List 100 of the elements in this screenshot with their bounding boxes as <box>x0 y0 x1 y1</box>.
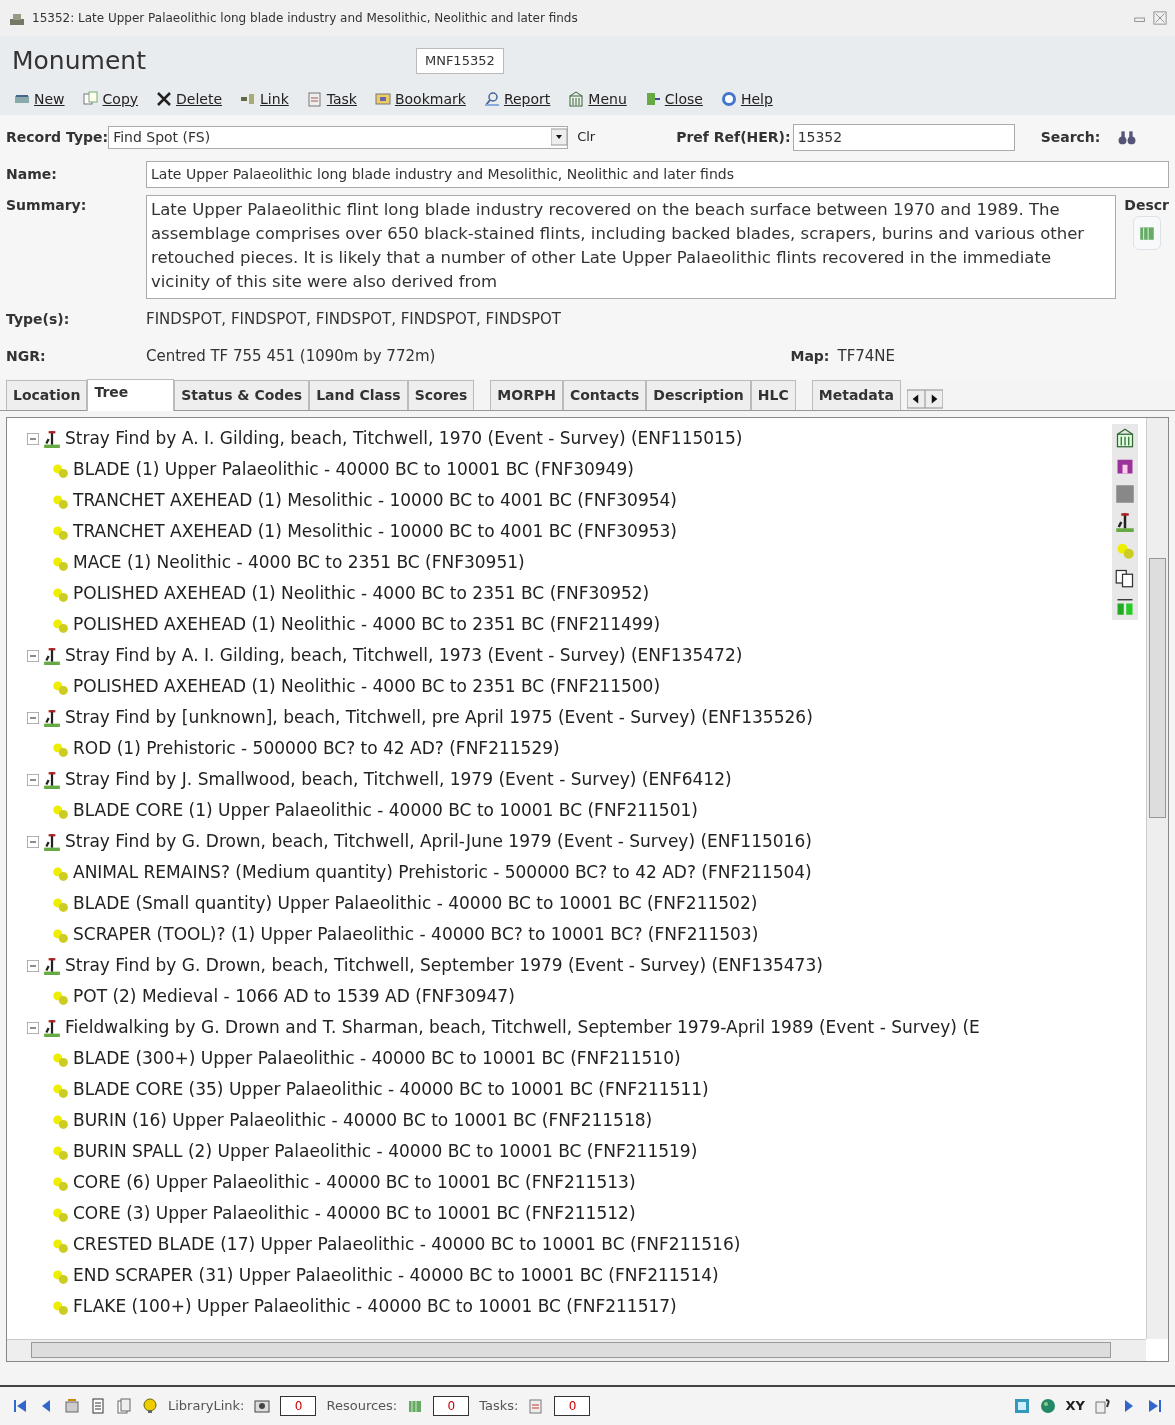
tree-item[interactable]: POLISHED AXEHEAD (1) Neolithic - 4000 BC to 2351 BC (FNF211499) <box>73 612 661 638</box>
pages-icon[interactable] <box>116 1398 132 1414</box>
tree-item[interactable]: Stray Find by [unknown], beach, Titchwell, pre April 1975 (Event - Survey) (ENF135526) <box>65 705 813 731</box>
toolbar-button[interactable]: Close <box>642 87 705 111</box>
tree-item[interactable]: POLISHED AXEHEAD (1) Neolithic - 4000 BC to 2351 BC (FNF211500) <box>73 674 661 700</box>
tree-item[interactable]: CORE (6) Upper Palaeolithic - 40000 BC to 10001 BC (FNF211513) <box>73 1170 636 1196</box>
tree-item[interactable]: Stray Find by J. Smallwood, beach, Titchwell, 1979 (Event - Survey) (ENF6412) <box>65 767 732 793</box>
copy-icon[interactable] <box>1115 567 1135 588</box>
tree-item[interactable]: Fieldwalking by G. Drown and T. Sharman, beach, Titchwell, September 1979-April 1989 (Event - Survey) (E <box>65 1015 980 1041</box>
toolbar-button[interactable]: Task <box>304 87 359 111</box>
square-icon[interactable] <box>1115 483 1135 504</box>
find-icon <box>51 492 69 510</box>
tab[interactable]: Contacts <box>562 379 647 410</box>
name-field[interactable]: Late Upper Palaeolithic long blade industry and Mesolithic, Neolithic and later finds <box>146 160 1169 188</box>
find-icon <box>51 802 69 820</box>
last-record-icon[interactable] <box>1147 1398 1163 1414</box>
toolbar-button[interactable]: Link <box>238 87 291 111</box>
tree-item[interactable]: Stray Find by G. Drown, beach, Titchwell, September 1979 (Event - Survey) (ENF135473) <box>65 953 823 979</box>
tab[interactable]: Location <box>6 379 88 410</box>
tree-item[interactable]: BLADE CORE (35) Upper Palaeolithic - 40000 BC to 10001 BC (FNF211511) <box>73 1077 709 1103</box>
expand-toggle[interactable] <box>27 836 39 848</box>
tree-item[interactable]: Stray Find by A. I. Gilding, beach, Titchwell, 1973 (Event - Survey) (ENF135472) <box>65 643 743 669</box>
tree-item[interactable]: POLISHED AXEHEAD (1) Neolithic - 4000 BC to 2351 BC (FNF30952) <box>73 581 650 607</box>
tab[interactable]: Land Class <box>309 379 408 410</box>
tree-item[interactable]: ANIMAL REMAINS? (Medium quantity) Prehistoric - 500000 BC? to 42 AD? (FNF211504) <box>73 860 812 886</box>
vertical-scrollbar[interactable] <box>1146 417 1168 1339</box>
tree-item[interactable]: MACE (1) Neolithic - 4000 BC to 2351 BC (FNF30951) <box>73 550 525 576</box>
scroll-left-icon[interactable] <box>906 387 925 410</box>
find-icon <box>51 1174 69 1192</box>
expand-toggle[interactable] <box>27 433 39 445</box>
field-label: Summary: <box>6 195 88 215</box>
types-value: FINDSPOT, FINDSPOT, FINDSPOT, FINDSPOT, FINDSPOT <box>146 308 561 330</box>
ngr-value: Centred TF 755 451 (1090m by 772m) <box>146 345 436 367</box>
toolbar-button[interactable]: Report <box>481 87 553 111</box>
expand-toggle[interactable] <box>27 1022 39 1034</box>
globe-icon[interactable] <box>1039 1398 1056 1414</box>
toolbar-button[interactable]: Help <box>718 87 775 111</box>
find-icon <box>51 1267 69 1285</box>
library-icon[interactable] <box>254 1398 271 1414</box>
tree-item[interactable]: BLADE (Small quantity) Upper Palaeolithic - 40000 BC to 10001 BC (FNF211502) <box>73 891 758 917</box>
toolbar-button[interactable]: Copy <box>80 87 141 111</box>
tree-item[interactable]: Stray Find by A. I. Gilding, beach, Titchwell, 1970 (Event - Survey) (ENF115015) <box>65 426 743 452</box>
tree-item[interactable]: END SCRAPER (31) Upper Palaeolithic - 40000 BC to 10001 BC (FNF211514) <box>73 1263 719 1289</box>
summary-field[interactable]: Late Upper Palaeolithic flint long blade industry recovered on the beach surface between 1970 and 1989. The assemblage comprises over 650 black-stained flints, including backed blades, scrapers, burins and various other retouched pieces. It is likely that a number of other Late Upper Palaeolithic flints recovered in the immediate vicinity of this site were also derived from <box>146 194 1117 299</box>
tree-item[interactable]: TRANCHET AXEHEAD (1) Mesolithic - 10000 BC to 4001 BC (FNF30953) <box>73 519 677 545</box>
tree-item[interactable]: CORE (3) Upper Palaeolithic - 40000 BC to 10001 BC (FNF211512) <box>73 1201 636 1227</box>
help-page-icon[interactable] <box>1095 1398 1111 1414</box>
expand-toggle[interactable] <box>27 960 39 972</box>
pref-ref-field[interactable]: 15352 <box>792 123 1015 151</box>
find-icon <box>51 895 69 913</box>
tab[interactable]: Tree <box>87 378 175 411</box>
tree-item[interactable]: CRESTED BLADE (17) Upper Palaeolithic - 40000 BC to 10001 BC (FNF211516) <box>73 1232 741 1258</box>
toolbar-button[interactable]: New <box>12 87 67 111</box>
document-icon[interactable] <box>90 1398 106 1414</box>
field-label: Record Type: <box>6 127 109 147</box>
tree-item[interactable]: BURIN SPALL (2) Upper Palaeolithic - 40000 BC to 10001 BC (FNF211519) <box>73 1139 698 1165</box>
tree-item[interactable]: BURIN (16) Upper Palaeolithic - 40000 BC to 10001 BC (FNF211518) <box>73 1108 653 1134</box>
tree-item[interactable]: TRANCHET AXEHEAD (1) Mesolithic - 10000 BC to 4001 BC (FNF30954) <box>73 488 677 514</box>
record-type-dropdown[interactable]: Find Spot (FS) <box>108 125 569 149</box>
tab[interactable]: Description <box>646 379 751 410</box>
clipboard-icon[interactable] <box>528 1398 545 1414</box>
tree-item[interactable]: ROD (1) Prehistoric - 500000 BC? to 42 AD? (FNF211529) <box>73 736 560 762</box>
toolbar-button[interactable]: Bookmark <box>372 87 468 111</box>
window-icon[interactable] <box>1013 1398 1030 1414</box>
clipboard-icon <box>306 91 323 107</box>
books-icon[interactable] <box>407 1398 424 1414</box>
clear-button[interactable]: Clr <box>576 126 597 148</box>
tree-item[interactable]: Stray Find by G. Drown, beach, Titchwell, April-June 1979 (Event - Survey) (ENF115016) <box>65 829 812 855</box>
tab[interactable]: MORPH <box>490 379 563 410</box>
tab[interactable]: Scores <box>407 379 475 410</box>
lightbulb-icon[interactable] <box>142 1398 158 1414</box>
properties-icon[interactable] <box>64 1398 80 1414</box>
tab[interactable]: Metadata <box>811 379 901 410</box>
coordinates-button[interactable]: XY <box>1065 1396 1085 1416</box>
binoculars-icon[interactable] <box>1118 128 1137 146</box>
close-icon[interactable] <box>1153 11 1167 25</box>
help-icon <box>720 91 737 107</box>
expand-toggle[interactable] <box>27 774 39 786</box>
tree-item[interactable]: POT (2) Medieval - 1066 AD to 1539 AD (FNF30947) <box>73 984 515 1010</box>
tree-item[interactable]: BLADE (1) Upper Palaeolithic - 40000 BC to 10001 BC (FNF30949) <box>73 457 634 483</box>
find-icon <box>51 926 69 944</box>
tab[interactable]: HLC <box>750 379 796 410</box>
toolbar-button[interactable]: Delete <box>154 87 225 111</box>
tree-item[interactable]: SCRAPER (TOOL)? (1) Upper Palaeolithic - 40000 BC? to 10001 BC? (FNF211503) <box>73 922 759 948</box>
excavation-icon[interactable] <box>1115 511 1135 532</box>
window-title: 15352: Late Upper Palaeolithic long blade industry and Mesolithic, Neolithic and later finds <box>32 10 579 27</box>
toolbar-button[interactable]: Menu <box>566 87 629 111</box>
first-record-icon[interactable] <box>12 1398 28 1414</box>
horizontal-scrollbar[interactable] <box>7 1338 1146 1361</box>
tab[interactable]: Status & Codes <box>174 379 310 410</box>
find-icon <box>51 988 69 1006</box>
description-button[interactable] <box>1132 215 1161 250</box>
tree-item[interactable]: BLADE (300+) Upper Palaeolithic - 40000 BC to 10001 BC (FNF211510) <box>73 1046 681 1072</box>
tree-item[interactable]: FLAKE (100+) Upper Palaeolithic - 40000 BC to 10001 BC (FNF211517) <box>73 1294 677 1320</box>
tree-item[interactable]: BLADE CORE (1) Upper Palaeolithic - 40000 BC to 10001 BC (FNF211501) <box>73 798 698 824</box>
building-icon[interactable] <box>1115 427 1135 448</box>
excavation-icon <box>43 1019 61 1037</box>
scroll-right-icon[interactable] <box>924 387 943 410</box>
expand-toggle[interactable] <box>27 712 39 724</box>
expand-toggle[interactable] <box>27 650 39 662</box>
